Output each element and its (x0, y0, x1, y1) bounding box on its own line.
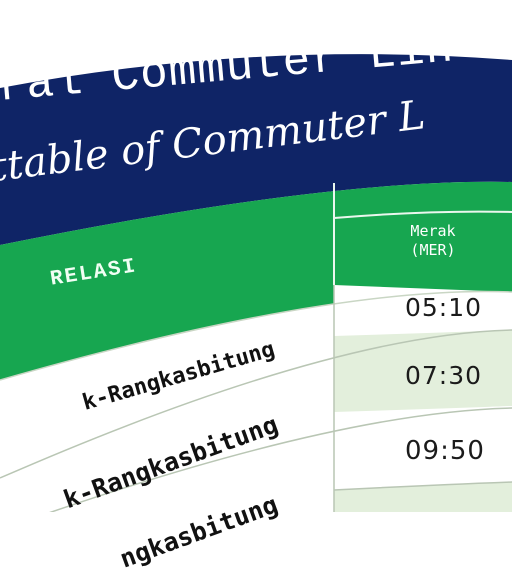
departure-time: 07:30 (405, 361, 483, 390)
station-code: (MER) (410, 241, 456, 259)
departure-time: 09:50 (405, 436, 485, 466)
station-header: Merak (MER) (388, 222, 478, 260)
station-name: Merak (410, 222, 456, 240)
departure-time: 05:10 (405, 293, 483, 322)
